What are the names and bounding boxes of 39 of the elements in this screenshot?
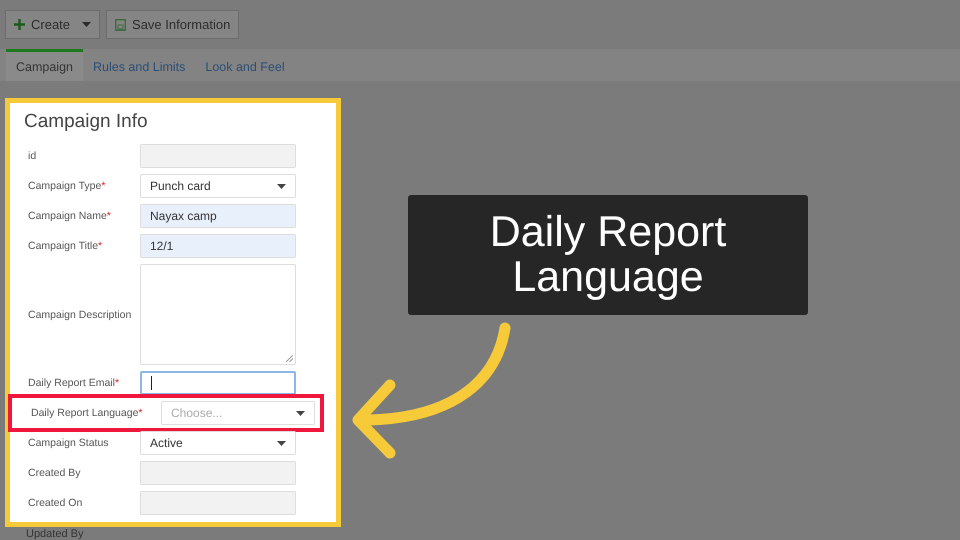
field-label: Daily Report Email xyxy=(28,377,115,389)
caret-icon xyxy=(296,410,305,416)
dropdown[interactable]: Active xyxy=(140,431,296,455)
plus-icon xyxy=(14,19,25,30)
field-label: Created By xyxy=(27,467,82,479)
caret-icon xyxy=(82,22,92,27)
dropdown[interactable]: Punch card xyxy=(140,174,296,198)
required-mark: * xyxy=(106,210,111,222)
card-title: Campaign Info xyxy=(24,111,149,133)
field-label: Campaign Title xyxy=(28,240,98,252)
resize-grip-icon xyxy=(286,355,293,362)
field-label: Daily Report Language xyxy=(31,407,138,419)
required-mark: * xyxy=(98,240,102,252)
input-field[interactable] xyxy=(140,461,296,485)
field-label: Created On xyxy=(27,497,84,509)
field-label: id xyxy=(27,150,38,162)
caret-icon xyxy=(277,440,286,446)
input-field[interactable] xyxy=(140,144,296,168)
input-field[interactable] xyxy=(140,491,296,515)
field-label: Campaign Description xyxy=(27,308,132,320)
field-label: Campaign Name xyxy=(28,210,107,222)
input-field[interactable] xyxy=(140,371,296,395)
text-area[interactable] xyxy=(140,264,296,365)
field-label: Campaign Status xyxy=(27,437,110,449)
input-field[interactable]: Nayax camp xyxy=(140,204,296,228)
create-button[interactable]: Create xyxy=(5,10,100,39)
dropdown[interactable]: Choose... xyxy=(161,401,315,425)
required-mark: * xyxy=(138,407,142,419)
field-label: Updated By xyxy=(26,528,84,540)
required-mark: * xyxy=(101,180,106,192)
required-mark: * xyxy=(114,377,120,389)
caret-icon xyxy=(277,184,286,188)
tab[interactable]: Campaign xyxy=(6,49,83,81)
field-label: Campaign Type xyxy=(28,180,102,192)
tab[interactable]: Look and Feel xyxy=(195,49,295,81)
save-button[interactable]: Save Information xyxy=(106,10,240,39)
callout-box: Daily Report Language xyxy=(408,195,808,315)
input-field[interactable]: 12/1 xyxy=(140,234,296,258)
tab[interactable]: Rules and Limits xyxy=(82,49,196,81)
